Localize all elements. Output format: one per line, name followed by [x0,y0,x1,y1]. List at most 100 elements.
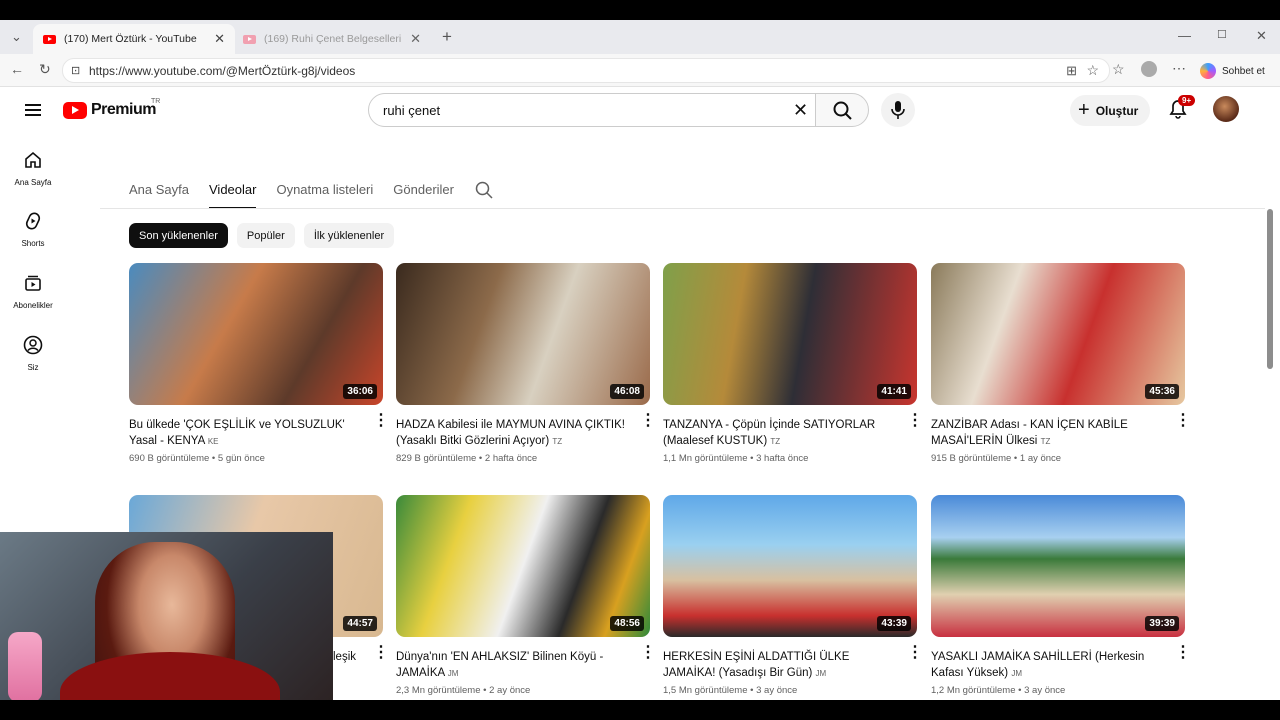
letterbox-bottom [0,700,1280,720]
copilot-label: Sohbet et [1222,65,1265,77]
more-icon[interactable]: ⋯ [1172,60,1186,77]
more-actions-icon[interactable]: ⋮ [1175,645,1191,661]
refresh-icon[interactable]: ↻ [39,61,51,78]
video-title-text: ZANZİBAR Adası - KAN İÇEN KABİLE MASAİ'L… [931,419,1128,447]
video-thumbnail[interactable]: 41:41 [663,263,917,405]
country-code: TZ [1040,437,1051,446]
video-title[interactable]: Bu ülkede 'ÇOK EŞLİLİK ve YOLSUZLUK' Yas… [129,417,359,450]
video-meta: 690 B görüntüleme • 5 gün önce [129,453,265,464]
clear-search-icon[interactable]: ✕ [793,100,808,121]
new-tab-icon[interactable]: + [442,27,452,47]
video-card[interactable]: 45:36 ZANZİBAR Adası - KAN İÇEN KABİLE M… [931,263,1191,464]
shorts-icon [25,212,41,230]
browser-window: ⌄ (170) Mert Öztürk - YouTube ✕ (169) Ru… [0,20,1280,700]
app-available-icon[interactable]: ⊞ [1066,63,1077,79]
video-thumbnail[interactable]: 46:08 [396,263,650,405]
video-meta: 1,2 Mn görüntüleme • 3 ay önce [931,685,1066,696]
channel-search-icon[interactable] [474,180,494,200]
create-button[interactable]: + Oluştur [1070,95,1151,126]
video-duration: 46:08 [610,384,644,399]
video-title[interactable]: HERKESİN EŞİNİ ALDATTIĞI ÜLKE JAMAİKA! (… [663,649,893,682]
more-actions-icon[interactable]: ⋮ [373,413,389,429]
video-title[interactable]: Dünya'nın 'EN AHLAKSIZ' Bilinen Köyü - J… [396,649,626,682]
video-thumbnail[interactable]: 45:36 [931,263,1185,405]
copilot-icon [1200,63,1216,79]
video-thumbnail[interactable]: 43:39 [663,495,917,637]
youtube-premium-logo[interactable]: Premium TR [63,98,160,119]
tab-playlists[interactable]: Oynatma listeleri [276,182,373,209]
video-meta: 829 B görüntüleme • 2 hafta önce [396,453,538,464]
more-actions-icon[interactable]: ⋮ [640,413,656,429]
back-icon[interactable]: ← [10,61,24,77]
search-input[interactable]: ruhi çenet [368,93,816,127]
sidebar-item-home[interactable]: Ana Sayfa [4,150,62,187]
video-duration: 48:56 [610,616,644,631]
video-title-text: Dünya'nın 'EN AHLAKSIZ' Bilinen Köyü - J… [396,651,604,679]
plus-icon: + [1078,99,1090,121]
video-card[interactable]: 46:08 HADZA Kabilesi ile MAYMUN AVINA ÇI… [396,263,656,464]
youtube-favicon-icon [43,34,56,44]
close-window-icon[interactable]: ✕ [1256,28,1267,44]
url-field[interactable]: ⊡ https://www.youtube.com/@MertÖztürk-g8… [62,58,1110,83]
browser-tab-active[interactable]: (170) Mert Öztürk - YouTube ✕ [33,24,235,54]
you-icon [23,335,43,355]
more-actions-icon[interactable]: ⋮ [907,645,923,661]
video-thumbnail[interactable]: 39:39 [931,495,1185,637]
tab-list-icon[interactable]: ⌄ [11,29,22,45]
maximize-icon[interactable]: ☐ [1217,28,1227,41]
microphone-prop [8,632,42,700]
video-card[interactable]: 36:06 Bu ülkede 'ÇOK EŞLİLİK ve YOLSUZLU… [129,263,389,464]
video-card[interactable]: 48:56 Dünya'nın 'EN AHLAKSIZ' Bilinen Kö… [396,495,656,696]
favorites-icon[interactable]: ☆ [1112,61,1125,78]
video-thumbnail[interactable]: 36:06 [129,263,383,405]
sidebar-item-subscriptions[interactable]: Abonelikler [4,273,62,310]
video-title[interactable]: TANZANYA - Çöpün İçinde SATIYORLAR (Maal… [663,417,893,450]
profile-icon[interactable] [1141,61,1157,77]
upload-age: 1 ay önce [1019,453,1062,464]
video-title[interactable]: ZANZİBAR Adası - KAN İÇEN KABİLE MASAİ'L… [931,417,1161,450]
close-tab-icon[interactable]: ✕ [410,31,421,47]
video-card[interactable]: 41:41 TANZANYA - Çöpün İçinde SATIYORLAR… [663,263,923,464]
more-actions-icon[interactable]: ⋮ [907,413,923,429]
sidebar-item-you[interactable]: Siz [4,335,62,372]
sidebar-item-label: Ana Sayfa [14,178,52,187]
tab-posts[interactable]: Gönderiler [393,182,454,209]
video-title[interactable]: YASAKLI JAMAİKA SAHİLLERİ (Herkesin Kafa… [931,649,1161,682]
voice-search-button[interactable] [881,93,915,127]
page-scrollbar[interactable] [1267,209,1273,369]
site-info-icon[interactable]: ⊡ [71,64,80,77]
streamer-shirt [60,652,280,700]
chip-popular[interactable]: Popüler [236,223,295,248]
close-tab-icon[interactable]: ✕ [214,31,225,47]
video-title-text: YASAKLI JAMAİKA SAHİLLERİ (Herkesin Kafa… [931,651,1145,679]
more-actions-icon[interactable]: ⋮ [1175,413,1191,429]
minimize-icon[interactable]: — [1178,28,1191,43]
upload-age: 2 hafta önce [484,453,538,464]
sidebar-item-shorts[interactable]: Shorts [4,211,62,248]
tab-strip: ⌄ (170) Mert Öztürk - YouTube ✕ (169) Ru… [0,20,1280,54]
search-button[interactable] [815,93,869,127]
sort-chips: Son yüklenenler Popüler İlk yüklenenler [129,223,395,248]
video-title-text: Bu ülkede 'ÇOK EŞLİLİK ve YOLSUZLUK' Yas… [129,419,345,447]
search-value: ruhi çenet [383,102,441,118]
account-avatar[interactable] [1213,96,1239,122]
video-card[interactable]: 43:39 HERKESİN EŞİNİ ALDATTIĞI ÜLKE JAMA… [663,495,923,696]
browser-tab[interactable]: (169) Ruhi Çenet Belgeselleri - You ✕ [233,24,431,54]
copilot-button[interactable]: Sohbet et [1200,63,1265,79]
tab-home[interactable]: Ana Sayfa [129,182,189,209]
country-code: TZ [770,437,781,446]
notification-badge: 9+ [1178,95,1196,106]
video-meta: 2,3 Mn görüntüleme • 2 ay önce [396,685,531,696]
video-thumbnail[interactable]: 48:56 [396,495,650,637]
more-actions-icon[interactable]: ⋮ [640,645,656,661]
favorite-star-icon[interactable]: ☆ [1086,62,1099,79]
video-card[interactable]: 39:39 YASAKLI JAMAİKA SAHİLLERİ (Herkesi… [931,495,1191,696]
video-title[interactable]: HADZA Kabilesi ile MAYMUN AVINA ÇIKTIK! … [396,417,626,450]
tab-videos[interactable]: Videolar [209,182,257,209]
upload-age: 3 ay önce [1024,685,1066,696]
more-actions-icon[interactable]: ⋮ [373,645,389,661]
chip-latest[interactable]: Son yüklenenler [129,223,228,248]
hamburger-menu-icon[interactable] [25,104,41,116]
chip-oldest[interactable]: İlk yüklenenler [303,223,395,248]
country-code: JM [815,669,827,678]
